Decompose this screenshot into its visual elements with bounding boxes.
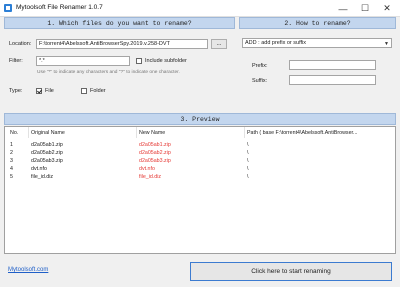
column-divider xyxy=(28,127,29,138)
filter-input[interactable]: *.* xyxy=(36,56,130,66)
app-icon xyxy=(4,4,12,12)
include-subfolder-checkbox[interactable] xyxy=(136,58,142,64)
column-header-new-name[interactable]: New Name xyxy=(139,130,165,136)
title-bar: Mytoolsoft File Renamer 1.0.7 — ☐ ✕ xyxy=(0,0,400,17)
column-divider xyxy=(244,127,245,138)
path: \ xyxy=(247,150,249,156)
column-header-no[interactable]: No. xyxy=(10,130,18,136)
minimize-button[interactable]: — xyxy=(332,0,354,17)
new-name: dvt.nfo xyxy=(139,166,155,172)
browse-button[interactable]: ... xyxy=(211,39,227,49)
prefix-input[interactable] xyxy=(289,60,376,70)
original-name: file_id.diz xyxy=(31,174,54,180)
row-number: 3 xyxy=(10,158,13,164)
location-label: Location: xyxy=(9,41,32,47)
filter-label: Filter: xyxy=(9,58,23,64)
column-header-path[interactable]: Path ( base F:\torrent4\Abelssoft.AntiBr… xyxy=(247,130,357,136)
path: \ xyxy=(247,174,249,180)
table-row[interactable]: 1 d2a05ab1.zip d2a05ab1.zip \ xyxy=(5,142,395,150)
rename-mode-select[interactable]: ADD : add prefix or suffix ▼ xyxy=(242,38,392,48)
suffix-label: Suffix: xyxy=(252,78,268,84)
folder-type-checkbox[interactable] xyxy=(81,88,87,94)
original-name: d2a05ab2.zip xyxy=(31,150,63,156)
start-renaming-button[interactable]: Click here to start renaming xyxy=(190,262,392,281)
column-divider xyxy=(136,127,137,138)
new-name: file_id.diz xyxy=(139,174,162,180)
include-subfolder-label: Include subfolder xyxy=(145,58,187,64)
row-number: 4 xyxy=(10,166,13,172)
window-title: Mytoolsoft File Renamer 1.0.7 xyxy=(16,4,103,11)
type-label: Type: xyxy=(9,88,23,94)
path: \ xyxy=(247,142,249,148)
row-number: 5 xyxy=(10,174,13,180)
path: \ xyxy=(247,158,249,164)
folder-type-label: Folder xyxy=(90,88,106,94)
row-number: 1 xyxy=(10,142,13,148)
suffix-input[interactable] xyxy=(289,75,376,85)
chevron-down-icon: ▼ xyxy=(384,41,389,47)
column-header-original-name[interactable]: Original Name xyxy=(31,130,65,136)
row-number: 2 xyxy=(10,150,13,156)
filter-hint: Use "*" to indicate any characters and "… xyxy=(37,70,180,75)
close-button[interactable]: ✕ xyxy=(376,0,398,17)
original-name: d2a05ab3.zip xyxy=(31,158,63,164)
maximize-button[interactable]: ☐ xyxy=(354,0,376,17)
prefix-label: Prefix: xyxy=(252,63,268,69)
new-name: d2a05ab3.zip xyxy=(139,158,171,164)
mytoolsoft-link[interactable]: Mytoolsoft.com xyxy=(8,267,48,273)
table-row[interactable]: 2 d2a05ab2.zip d2a05ab2.zip \ xyxy=(5,150,395,158)
section-preview-header: 3. Preview xyxy=(4,113,396,125)
path: \ xyxy=(247,166,249,172)
file-type-checkbox[interactable] xyxy=(36,88,42,94)
file-type-label: File xyxy=(45,88,54,94)
new-name: d2a05ab1.zip xyxy=(139,142,171,148)
section-how-to-rename-header: 2. How to rename? xyxy=(239,17,396,29)
section-which-files-header: 1. Which files do you want to rename? xyxy=(4,17,235,29)
table-row[interactable]: 3 d2a05ab3.zip d2a05ab3.zip \ xyxy=(5,158,395,166)
rename-mode-value: ADD : add prefix or suffix xyxy=(245,40,307,46)
location-input[interactable]: F:\torrent4\Abelssoft.AntiBrowserSpy.201… xyxy=(36,39,208,49)
table-row[interactable]: 4 dvt.nfo dvt.nfo \ xyxy=(5,166,395,174)
new-name: d2a05ab2.zip xyxy=(139,150,171,156)
original-name: dvt.nfo xyxy=(31,166,47,172)
table-row[interactable]: 5 file_id.diz file_id.diz \ xyxy=(5,174,395,182)
original-name: d2a05ab1.zip xyxy=(31,142,63,148)
preview-table[interactable]: No. Original Name New Name Path ( base F… xyxy=(4,126,396,254)
